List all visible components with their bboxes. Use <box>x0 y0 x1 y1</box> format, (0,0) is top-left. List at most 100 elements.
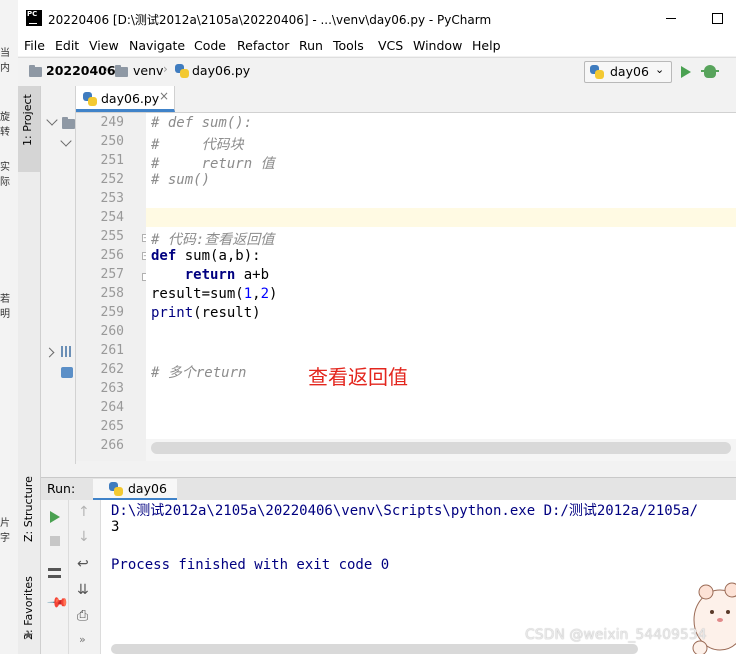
menu-run[interactable]: Run <box>299 38 323 53</box>
code-token: sum(a,b): <box>176 248 261 264</box>
star-icon[interactable]: ★ <box>23 628 34 642</box>
line-number: 253 <box>100 191 124 206</box>
breadcrumb-venv[interactable]: venv <box>133 63 163 78</box>
line-number: 259 <box>100 305 124 320</box>
menu-refactor[interactable]: Refactor <box>237 38 289 53</box>
menu-window[interactable]: Window <box>413 38 462 53</box>
run-toolbar-secondary: ↑ ↓ ↩ ⇊ ⎙ » <box>69 500 101 654</box>
pin-icon[interactable]: 📌 <box>46 591 70 615</box>
menu-bar: File Edit View Navigate Code Refactor Ru… <box>18 36 736 56</box>
run-tab-day06[interactable]: day06 <box>93 479 177 500</box>
line-number: 262 <box>100 362 124 377</box>
code-line: print(result) <box>151 305 261 321</box>
code-token: ) <box>269 286 278 302</box>
code-token: , <box>252 286 261 302</box>
line-number-gutter: 249 250 251 252 253 254 255 256 257 258 … <box>76 113 150 461</box>
background-fragment: 实际 <box>0 162 10 188</box>
run-toolbar-primary: 📌 <box>41 500 70 654</box>
scroll-to-end-icon[interactable]: ⇊ <box>77 582 89 598</box>
run-label: Run: <box>47 481 76 496</box>
python-icon <box>590 65 604 79</box>
line-number: 256 <box>100 248 124 263</box>
run-configuration-select[interactable]: day06 ⌄ <box>584 61 672 83</box>
close-tab-icon[interactable]: × <box>159 89 169 103</box>
scratches-icon <box>61 367 73 378</box>
scrollbar-thumb[interactable] <box>151 442 731 454</box>
chevron-right-icon[interactable] <box>44 347 55 358</box>
minimize-icon <box>666 18 676 19</box>
python-file-icon <box>83 92 97 106</box>
background-fragment: 片字 <box>0 518 10 544</box>
code-line: def sum(a,b): <box>151 248 261 264</box>
window-title: 20220406 [D:\测试2012a\2105a\20220406] - .… <box>48 13 492 27</box>
background-fragment: 若明 <box>0 294 10 320</box>
library-icon <box>61 346 73 357</box>
menu-file[interactable]: File <box>24 38 45 53</box>
menu-vcs[interactable]: VCS <box>378 38 403 53</box>
minimize-button[interactable] <box>662 8 682 28</box>
background-fragment: 旋转 <box>0 112 10 138</box>
menu-tools[interactable]: Tools <box>333 38 364 53</box>
background-fragment: 当内 <box>0 48 10 74</box>
menu-help[interactable]: Help <box>472 38 501 53</box>
editor-horizontal-scrollbar[interactable] <box>146 439 736 461</box>
line-number: 254 <box>100 210 124 225</box>
line-number: 249 <box>100 115 124 130</box>
line-number: 252 <box>100 172 124 187</box>
line-number: 250 <box>100 134 124 149</box>
menu-code[interactable]: Code <box>194 38 226 53</box>
structure-tab[interactable]: Z: Structure <box>22 476 35 542</box>
keyword-token: def <box>151 248 177 264</box>
code-token: a+b <box>235 267 270 283</box>
breadcrumb-file[interactable]: day06.py <box>192 63 250 78</box>
chevron-down-icon[interactable] <box>60 135 72 147</box>
code-line: result=sum(1,2) <box>151 286 277 302</box>
maximize-button[interactable] <box>708 8 728 28</box>
layout-icon[interactable] <box>48 568 61 578</box>
editor-tab-label: day06.py <box>101 91 160 106</box>
title-bar[interactable]: PC 20220406 [D:\测试2012a\2105a\20220406] … <box>18 0 736 36</box>
code-line: # 代码:查看返回值 <box>151 232 275 248</box>
folder-icon <box>62 117 75 129</box>
console-horizontal-scrollbar[interactable] <box>111 644 638 654</box>
arrow-up-icon[interactable]: ↑ <box>78 504 90 520</box>
debug-icon[interactable] <box>701 65 719 78</box>
navigation-bar: 20220406 › venv › day06.py day06 ⌄ <box>18 57 736 87</box>
line-number: 261 <box>100 343 124 358</box>
code-line: # 多个return <box>151 365 247 381</box>
code-line: # sum() <box>151 172 211 188</box>
folder-icon <box>115 65 128 77</box>
more-icon[interactable]: » <box>79 633 86 646</box>
project-panel <box>41 86 76 464</box>
project-tab-label: 1: Project <box>21 94 34 146</box>
line-number: 266 <box>100 438 124 453</box>
run-icon[interactable] <box>681 66 691 78</box>
console-line: Process finished with exit code 0 <box>111 557 390 573</box>
editor-tab-bar: day06.py × <box>76 86 736 113</box>
menu-navigate[interactable]: Navigate <box>129 38 185 53</box>
stop-icon[interactable] <box>50 536 60 546</box>
menu-edit[interactable]: Edit <box>55 38 79 53</box>
code-line: # 代码块 <box>151 137 244 153</box>
red-annotation: 查看返回值 <box>308 365 408 389</box>
code-lines: # def sum(): # 代码块 # return 值 # sum() # … <box>146 113 736 439</box>
menu-view[interactable]: View <box>89 38 119 53</box>
print-icon[interactable]: ⎙ <box>77 608 88 624</box>
chevron-down-icon[interactable] <box>46 114 58 126</box>
indent-token <box>151 267 185 283</box>
soft-wrap-icon[interactable]: ↩ <box>77 556 89 572</box>
keyword-token: return <box>184 267 236 283</box>
code-line: # return 值 <box>151 156 275 172</box>
number-token: 1 <box>243 286 253 302</box>
run-config-label: day06 <box>610 64 649 79</box>
line-number: 257 <box>100 267 124 282</box>
console-line: D:\测试2012a\2105a\20220406\venv\Scripts\p… <box>111 503 699 519</box>
rerun-icon[interactable] <box>50 511 60 523</box>
project-tool-tab[interactable]: 1: Project <box>18 86 40 172</box>
code-token: result=sum( <box>151 286 244 302</box>
editor-tab-day06[interactable]: day06.py × <box>76 86 175 112</box>
logo-text: PC <box>27 10 38 18</box>
arrow-down-icon[interactable]: ↓ <box>78 529 90 545</box>
line-number: 264 <box>100 400 124 415</box>
chevron-down-icon: ⌄ <box>655 63 665 76</box>
